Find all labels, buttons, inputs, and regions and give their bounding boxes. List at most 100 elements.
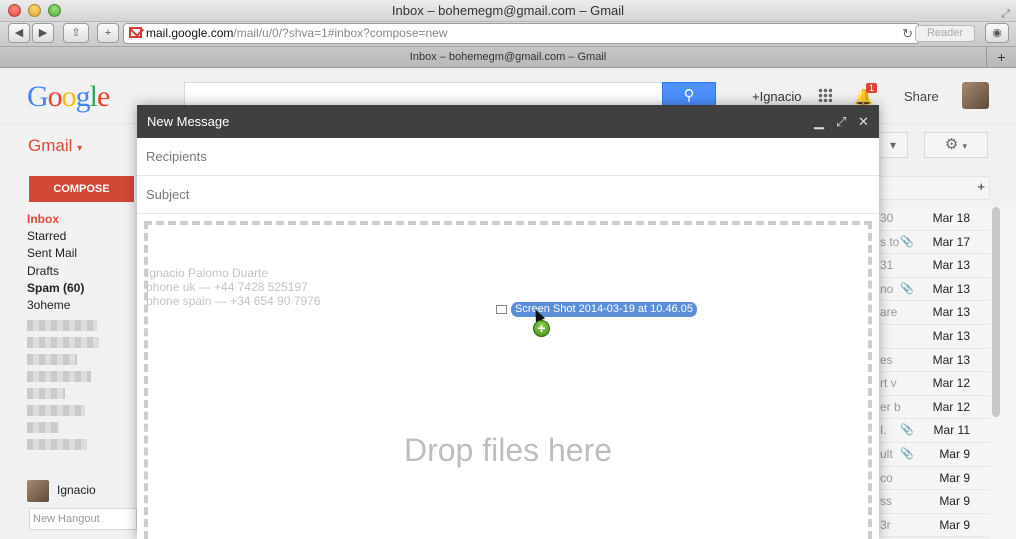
row-date: Mar 11 (933, 423, 970, 438)
hangout-avatar (27, 480, 49, 502)
window-titlebar: Inbox – bohemegm@gmail.com – Gmail ⤢ (0, 0, 1016, 22)
row-date: Mar 9 (939, 446, 970, 461)
table-row[interactable]: ss Mar 9 (878, 490, 990, 514)
reload-icon[interactable]: ↻ (902, 24, 913, 43)
table-row[interactable]: es Mar 13 (878, 348, 990, 373)
compose-header[interactable]: New Message ▁ ⤢ ✕ (137, 105, 879, 138)
minimize-icon[interactable]: ▁ (814, 105, 824, 138)
row-snippet: I. (880, 423, 887, 438)
chevron-down-icon: ▾ (77, 143, 83, 154)
gmail-app-label[interactable]: Gmail ▾ (28, 136, 82, 156)
tab-title[interactable]: Inbox – bohemegm@gmail.com – Gmail (410, 51, 606, 63)
table-row[interactable]: er b Mar 12 (878, 395, 990, 420)
share-page-button[interactable]: ⇧ (63, 23, 89, 43)
sidebar-item-3oheme[interactable]: 3oheme (27, 297, 99, 314)
close-window-button[interactable] (8, 4, 21, 17)
gear-icon: ⚙ (944, 136, 959, 153)
apps-grid-icon[interactable] (818, 88, 832, 102)
row-date: Mar 18 (932, 211, 970, 225)
sidebar-nav: Inbox Starred Sent Mail Drafts Spam (60)… (27, 211, 99, 456)
forward-button[interactable]: ▶ (32, 23, 54, 43)
table-row[interactable]: 3r Mar 9 (878, 513, 990, 538)
list-header: + (878, 176, 990, 200)
row-snippet: s to (880, 234, 900, 249)
plus-user-link[interactable]: +Ignacio (752, 89, 802, 104)
blurred-label (27, 422, 59, 434)
table-row[interactable]: rt v Mar 12 (878, 372, 990, 396)
table-row[interactable]: Mar 13 (878, 324, 990, 349)
row-snippet: 3r (880, 517, 891, 532)
attachment-icon: 📎 (900, 424, 914, 437)
signature-line: Ignacio Palomo Duarte (146, 266, 269, 280)
signature-line: phone uk — +44 7428 525197 (146, 280, 308, 294)
sidebar-item-starred[interactable]: Starred (27, 228, 99, 245)
sidebar-item-spam[interactable]: Spam (60) (27, 280, 99, 297)
settings-button[interactable]: ⚙ ▾ (924, 132, 988, 158)
notification-count-badge: 1 (866, 83, 878, 93)
scrollbar[interactable] (990, 207, 1016, 539)
blurred-label (27, 337, 99, 349)
new-tab-button[interactable]: + (986, 47, 1016, 68)
browser-toolbar: ◀ ▶ ⇧ + mail.google.com/mail/u/0/?shva=1… (0, 22, 1016, 46)
scrollbar-thumb[interactable] (992, 207, 1000, 417)
maximize-window-button[interactable] (48, 4, 61, 17)
compose-button[interactable]: COMPOSE (29, 176, 134, 202)
message-list: 30 Mar 18 s to 📎 Mar 17 31 Mar 13 no 📎 Mar 13 are M… (878, 207, 990, 538)
row-date: Mar 13 (932, 305, 970, 320)
sidebar-item-inbox[interactable]: Inbox (27, 211, 99, 228)
close-icon[interactable]: ✕ (858, 105, 869, 138)
row-snippet: are (880, 305, 898, 320)
row-date: Mar 9 (939, 470, 970, 485)
table-row[interactable]: 31 Mar 13 (878, 254, 990, 278)
blurred-label (27, 439, 87, 451)
recipients-field[interactable]: Recipients (137, 138, 879, 176)
blurred-label (27, 320, 97, 332)
attachment-icon: 📎 (900, 282, 914, 295)
table-row[interactable]: are Mar 13 (878, 301, 990, 325)
address-bar[interactable]: mail.google.com/mail/u/0/?shva=1#inbox?c… (123, 23, 920, 44)
blurred-label (27, 405, 85, 417)
table-row[interactable]: no 📎 Mar 13 (878, 277, 990, 302)
signature-line: phone spain — +34 654 90 7976 (146, 294, 321, 308)
add-copy-icon: + (533, 320, 550, 337)
row-date: Mar 13 (932, 328, 970, 343)
row-date: Mar 13 (932, 258, 970, 273)
row-snippet: ss (880, 494, 892, 509)
downloads-button[interactable]: ◉ (985, 23, 1009, 43)
sidebar-item-drafts[interactable]: Drafts (27, 263, 99, 280)
google-logo[interactable]: Google (27, 80, 110, 114)
table-row[interactable]: ult 📎 Mar 9 (878, 442, 990, 467)
row-snippet: rt v (880, 376, 897, 391)
row-snippet: 31 (880, 258, 894, 273)
url-path: /mail/u/0/?shva=1#inbox?compose=new (233, 26, 448, 40)
add-icon[interactable]: + (977, 179, 985, 194)
share-button[interactable]: Share (904, 89, 939, 104)
subject-field[interactable]: Subject (137, 176, 879, 214)
account-avatar[interactable] (962, 82, 989, 109)
gmail-favicon-icon (129, 27, 142, 38)
table-row[interactable]: 30 Mar 18 (878, 207, 990, 231)
table-row[interactable]: I. 📎 Mar 11 (878, 419, 990, 443)
url-host: mail.google.com (146, 26, 234, 40)
blurred-label (27, 371, 91, 383)
add-bookmark-button[interactable]: + (97, 23, 119, 43)
more-dropdown-button[interactable]: ▾ (878, 132, 908, 158)
row-date: Mar 9 (939, 517, 970, 532)
sidebar-item-sent[interactable]: Sent Mail (27, 245, 99, 262)
popout-icon[interactable]: ⤢ (836, 105, 846, 138)
compose-title: New Message (147, 114, 230, 129)
attachment-icon: 📎 (900, 235, 914, 248)
row-snippet: no (880, 281, 894, 296)
row-snippet: es (880, 352, 893, 367)
table-row[interactable]: co Mar 9 (878, 466, 990, 491)
reader-button[interactable]: Reader (915, 25, 975, 42)
table-row[interactable]: s to 📎 Mar 17 (878, 230, 990, 255)
row-date: Mar 9 (939, 494, 970, 509)
new-hangout-input[interactable]: New Hangout (29, 508, 137, 530)
window-title: Inbox – bohemegm@gmail.com – Gmail (391, 3, 625, 18)
compose-window: New Message ▁ ⤢ ✕ Recipients Subject (137, 105, 879, 539)
hangout-user-name: Ignacio (57, 483, 96, 497)
minimize-window-button[interactable] (28, 4, 41, 17)
back-button[interactable]: ◀ (8, 23, 30, 43)
blurred-label (27, 354, 77, 366)
